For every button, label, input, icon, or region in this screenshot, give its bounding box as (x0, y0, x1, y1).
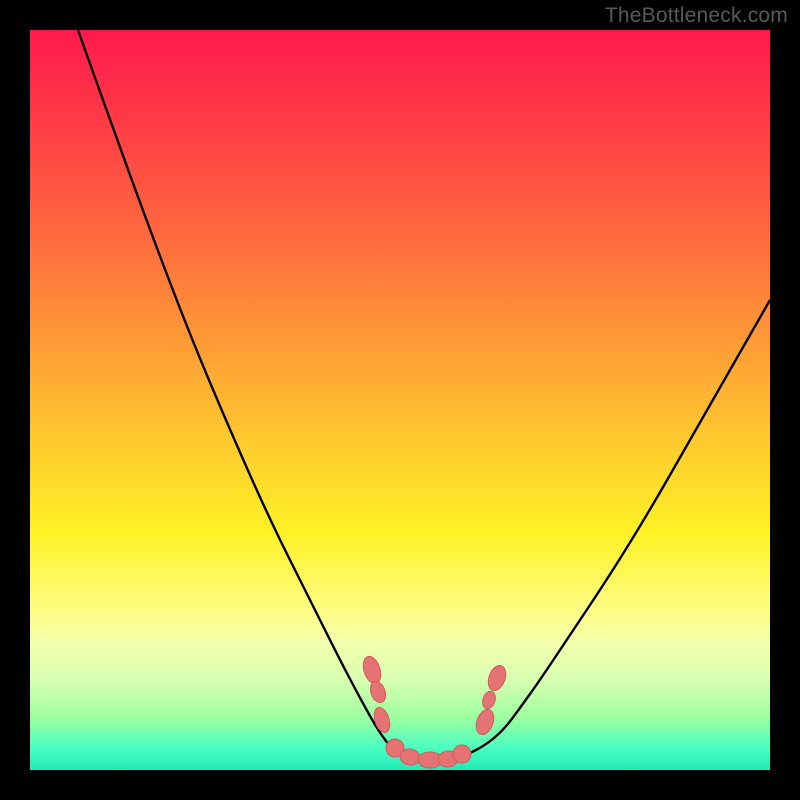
right-curve (462, 300, 770, 757)
data-marker (473, 707, 497, 737)
plot-area (30, 30, 770, 770)
data-marker (360, 654, 384, 686)
chart-svg (30, 30, 770, 770)
data-marker (453, 745, 471, 763)
marker-group (360, 654, 509, 768)
left-curve (78, 30, 400, 755)
data-marker (368, 679, 389, 704)
chart-frame: { "watermark": "TheBottleneck.com", "col… (0, 0, 800, 800)
data-marker (481, 690, 498, 711)
watermark-text: TheBottleneck.com (605, 4, 788, 28)
data-marker (485, 663, 509, 693)
data-marker (371, 705, 392, 734)
